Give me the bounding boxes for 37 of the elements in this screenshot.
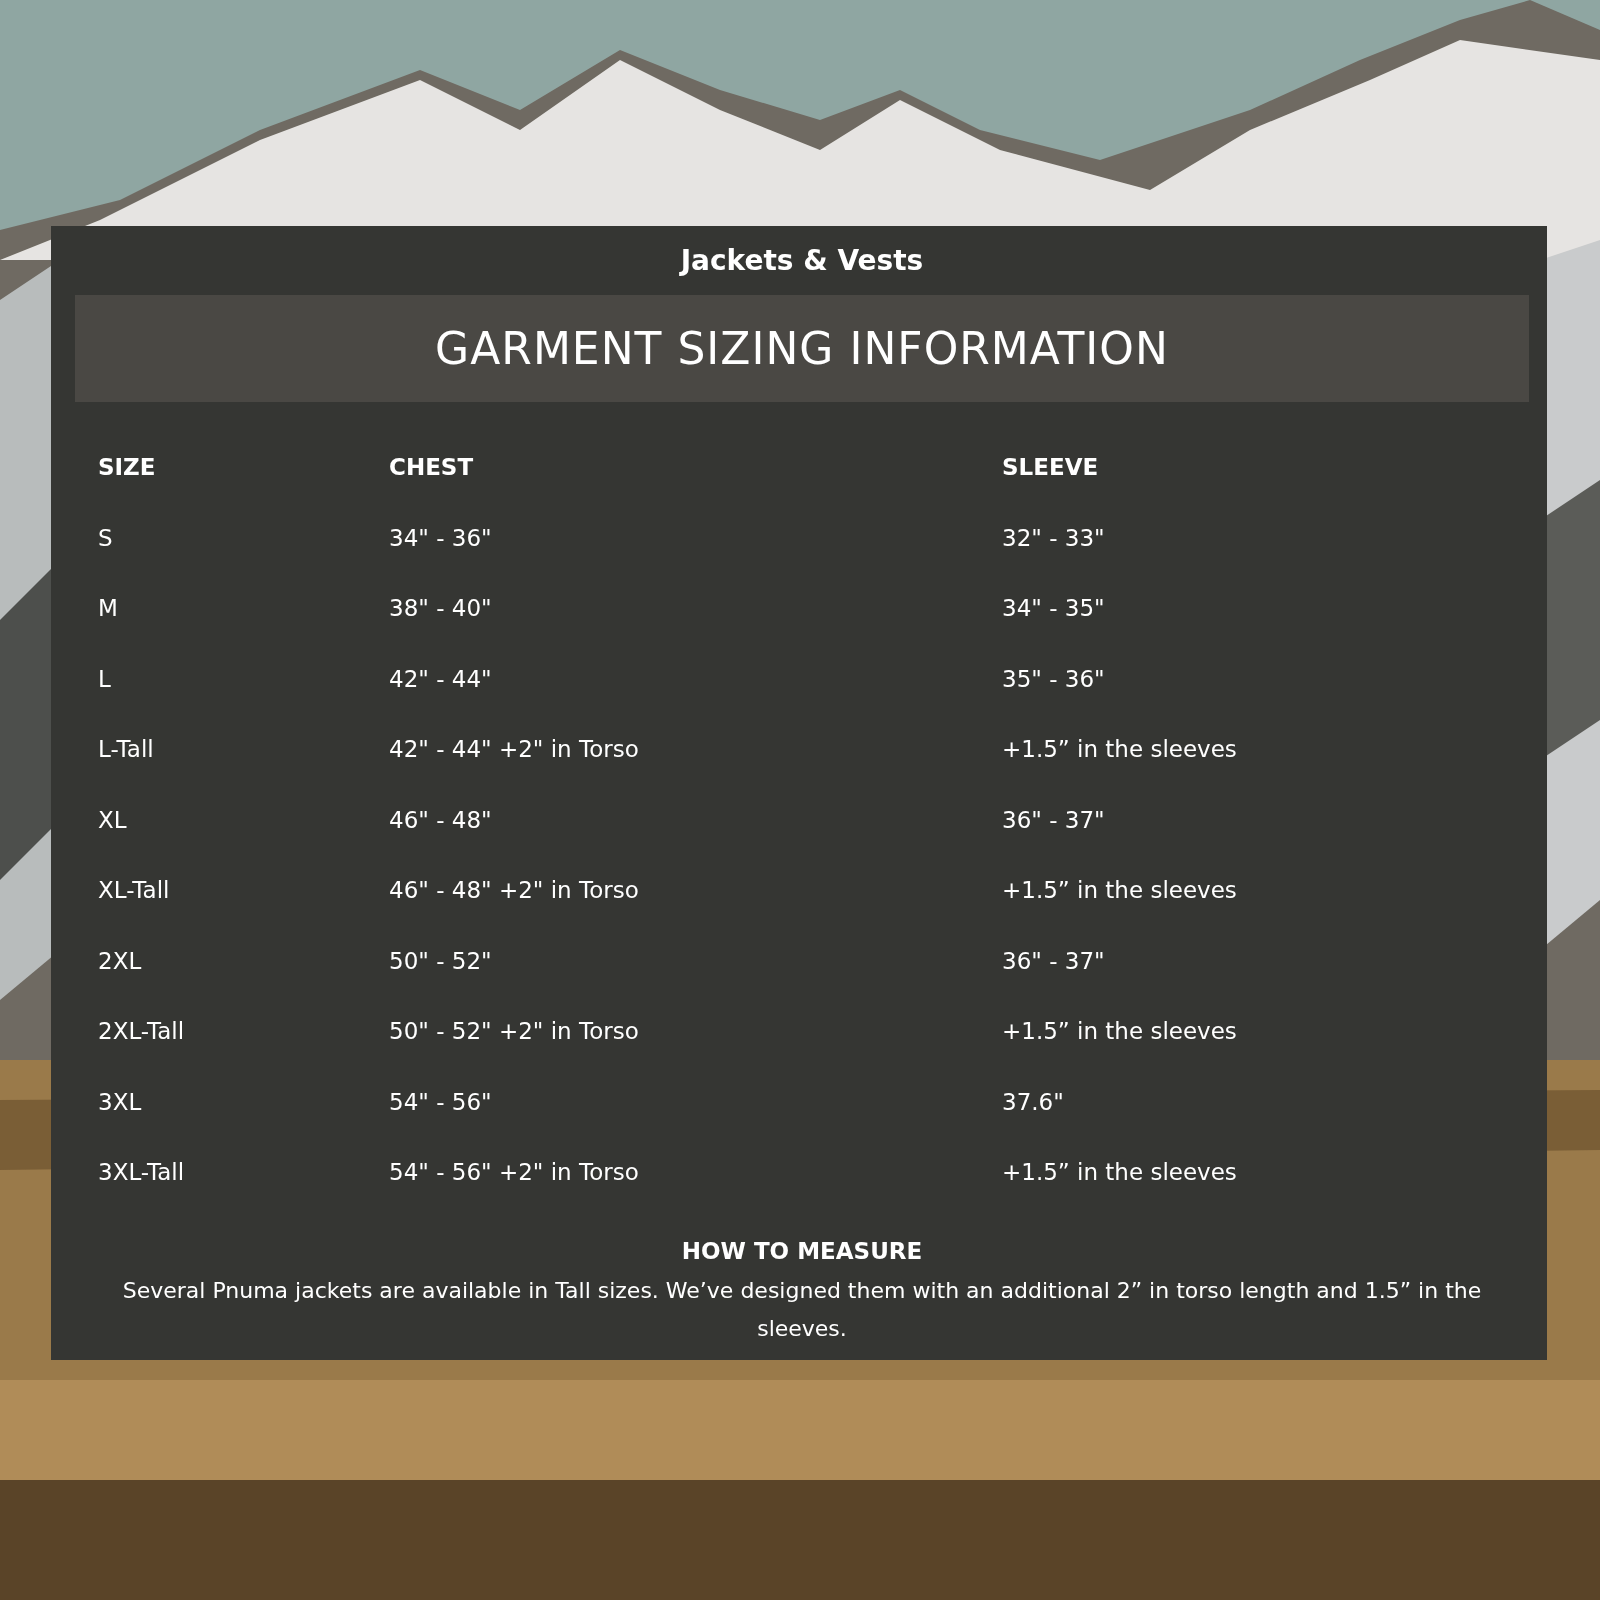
table-cell-text: 50" - 52" [389, 946, 493, 976]
table-cell-text: S [98, 523, 114, 553]
measure-note: Several Pnuma jackets are available in Tall sizes. We’ve designed them with an additional 2” in torso length and 1.5” in the sleeves. [121, 1276, 1483, 1343]
column-header: CHEST [389, 453, 475, 483]
table-cell-text: 3XL-Tall [98, 1158, 186, 1188]
table-cell-text: 3XL [98, 1087, 143, 1117]
table-cell-text: 46" - 48" +2" in Torso [389, 876, 640, 906]
table-cell-text: 2XL [98, 946, 143, 976]
table-cell-text: 42" - 44" [389, 664, 493, 694]
table-cell-text: XL-Tall [98, 876, 171, 906]
table-cell-text: 32" - 33" [1002, 523, 1106, 553]
table-cell-text: 2XL-Tall [98, 1017, 186, 1047]
column-header: SIZE [98, 453, 157, 483]
table-cell-text: 38" - 40" [389, 594, 493, 624]
table-cell-text: +1.5” in the sleeves [1002, 876, 1238, 906]
table-cell-text: M [98, 594, 119, 624]
table-cell-text: 54" - 56" +2" in Torso [389, 1158, 640, 1188]
column-header: SLEEVE [1002, 453, 1100, 483]
category-title: Jackets & Vests [678, 243, 925, 279]
table-cell-text: 36" - 37" [1002, 805, 1106, 835]
table-cell-text: 34" - 35" [1002, 594, 1106, 624]
table-cell-text: 42" - 44" +2" in Torso [389, 735, 640, 765]
table-cell-text: 36" - 37" [1002, 946, 1106, 976]
table-cell-text: +1.5” in the sleeves [1002, 735, 1238, 765]
table-cell-text: L-Tall [98, 735, 155, 765]
table-cell-text: 35" - 36" [1002, 664, 1106, 694]
table-cell-text: 37.6" [1002, 1087, 1065, 1117]
table-cell-text: 46" - 48" [389, 805, 493, 835]
chart-title: GARMENT SIZING INFORMATION [75, 295, 1529, 402]
table-cell-text: 50" - 52" +2" in Torso [389, 1017, 640, 1047]
table-cell-text: +1.5” in the sleeves [1002, 1158, 1238, 1188]
section-heading: HOW TO MEASURE [680, 1237, 924, 1264]
table-cell-text: L [98, 664, 112, 694]
table-cell-text: 54" - 56" [389, 1087, 493, 1117]
table-cell-text: +1.5” in the sleeves [1002, 1017, 1238, 1047]
table-cell-text: 34" - 36" [389, 523, 493, 553]
table-cell-text: XL [98, 805, 128, 835]
